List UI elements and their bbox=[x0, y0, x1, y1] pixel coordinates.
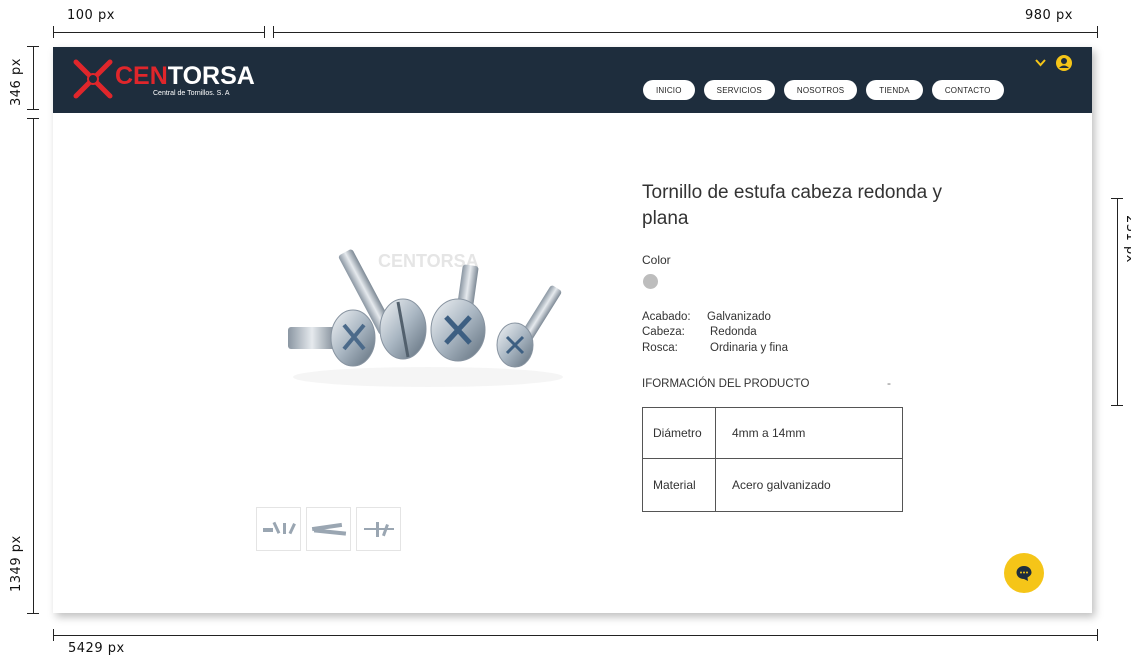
dimension-label-top-left: 100 px bbox=[67, 8, 115, 23]
product-info-heading[interactable]: IFORMACIÓN DEL PRODUCTO bbox=[642, 378, 809, 390]
spec-label: Acabado: bbox=[642, 311, 691, 323]
chevron-down-icon[interactable] bbox=[1035, 58, 1046, 70]
thumbnail-2[interactable] bbox=[306, 507, 351, 551]
spec-value: Redonda bbox=[710, 326, 757, 338]
nav-servicios[interactable]: SERVICIOS bbox=[703, 80, 775, 100]
product-title: Tornillo de estufa cabeza redonda y plan… bbox=[642, 182, 942, 229]
spec-value: Galvanizado bbox=[707, 311, 771, 323]
nav-inicio[interactable]: INICIO bbox=[643, 80, 695, 100]
chat-bubble-icon bbox=[1016, 566, 1032, 581]
spec-label: Rosca: bbox=[642, 342, 678, 354]
color-swatch[interactable] bbox=[643, 274, 658, 289]
nav-contacto[interactable]: CONTACTO bbox=[931, 80, 1004, 100]
main-nav: INICIO SERVICIOS NOSOTROS TIENDA CONTACT… bbox=[643, 80, 1004, 100]
spec-value: Ordinaria y fina bbox=[710, 342, 788, 354]
table-row: Material Acero galvanizado bbox=[642, 458, 903, 512]
thumbnail-strip bbox=[256, 507, 401, 551]
nav-tienda[interactable]: TIENDA bbox=[866, 80, 923, 100]
collapse-toggle[interactable]: - bbox=[887, 376, 891, 390]
product-info-table: Diámetro 4mm a 14mm Material Acero galva… bbox=[642, 407, 903, 512]
spec-label: Cabeza: bbox=[642, 326, 685, 338]
brand-logo[interactable]: CENTORSA Central de Tornillos. S. A bbox=[71, 57, 255, 105]
page-mockup: CENTORSA Central de Tornillos. S. A INIC… bbox=[53, 47, 1092, 613]
table-cell-label: Diámetro bbox=[642, 407, 716, 459]
table-cell-value: Acero galvanizado bbox=[715, 458, 903, 512]
nav-nosotros[interactable]: NOSOTROS bbox=[783, 80, 858, 100]
dimension-label-right: 231 px bbox=[1123, 215, 1131, 263]
brand-name: CENTORSA bbox=[115, 62, 255, 90]
thumbnail-3[interactable] bbox=[356, 507, 401, 551]
table-cell-value: 4mm a 14mm bbox=[715, 407, 903, 459]
dimension-label-header: 346 px bbox=[9, 58, 24, 106]
color-label: Color bbox=[642, 253, 671, 267]
chat-button[interactable] bbox=[1004, 553, 1044, 593]
product-image: CENTORSA bbox=[278, 227, 578, 487]
brand-tagline: Central de Tornillos. S. A bbox=[153, 90, 230, 97]
dimension-label-body: 1349 px bbox=[9, 535, 24, 592]
dimension-label-top-right: 980 px bbox=[1025, 8, 1073, 23]
dimension-label-bottom: 5429 px bbox=[68, 641, 125, 656]
thumbnail-1[interactable] bbox=[256, 507, 301, 551]
table-cell-label: Material bbox=[642, 458, 716, 512]
site-header: CENTORSA Central de Tornillos. S. A INIC… bbox=[53, 47, 1092, 113]
brand-x-icon bbox=[73, 59, 113, 99]
table-row: Diámetro 4mm a 14mm bbox=[642, 407, 903, 459]
user-icon[interactable] bbox=[1056, 55, 1072, 71]
